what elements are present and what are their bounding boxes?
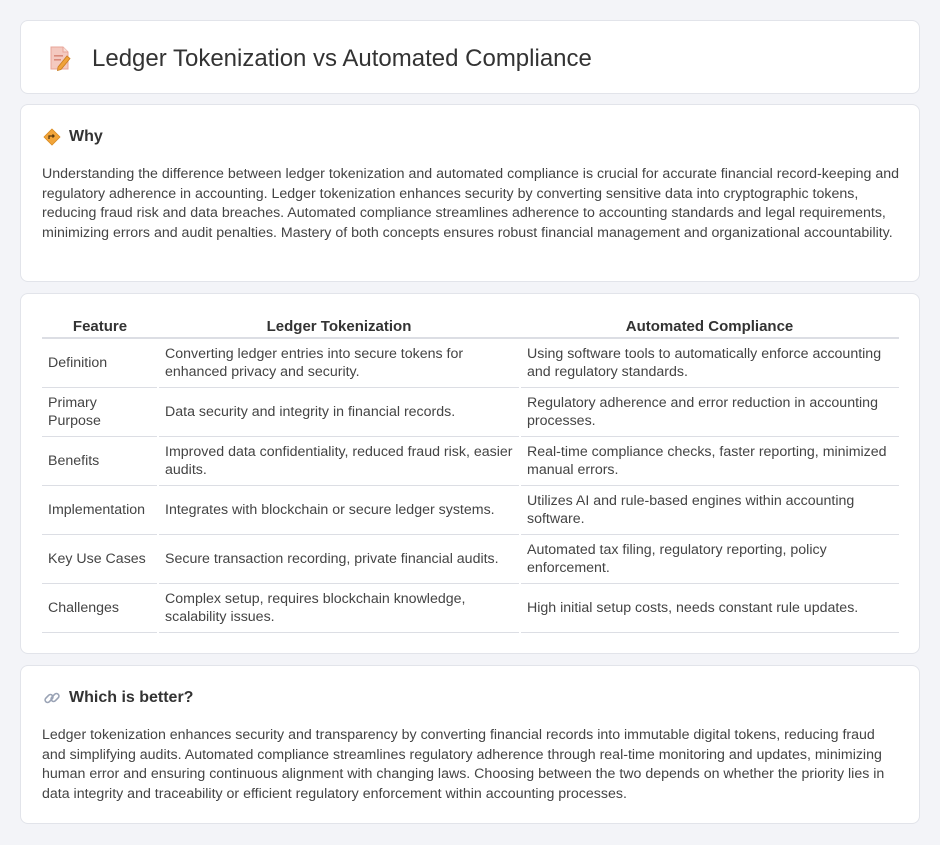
diamond-signpost-icon — [43, 128, 61, 146]
feature-cell: Primary Purpose — [42, 387, 158, 437]
compliance-cell: Utilizes AI and rule-based engines withi… — [519, 485, 899, 535]
table-row: Definition Converting ledger entries int… — [42, 338, 899, 388]
better-text: Ledger tokenization enhances security an… — [42, 727, 885, 802]
compliance-cell: Regulatory adherence and error reduction… — [519, 387, 899, 437]
why-text: Understanding the difference between led… — [42, 166, 900, 241]
why-section: Why Understanding the difference between… — [20, 104, 920, 282]
table-row: Primary Purpose Data security and integr… — [42, 387, 899, 437]
feature-cell: Implementation — [42, 485, 158, 535]
column-header: Automated Compliance — [520, 314, 899, 339]
link-icon — [44, 692, 60, 704]
column-header: Ledger Tokenization — [158, 314, 520, 339]
table-row: Challenges Complex setup, requires block… — [42, 583, 899, 633]
tokenization-cell: Integrates with blockchain or secure led… — [157, 485, 520, 535]
feature-cell: Definition — [42, 338, 158, 388]
header-card: Ledger Tokenization vs Automated Complia… — [20, 20, 920, 94]
comparison-table: Feature Ledger Tokenization Automated Co… — [42, 314, 899, 633]
compliance-cell: High initial setup costs, needs constant… — [519, 583, 899, 633]
document-pencil-icon — [50, 46, 71, 71]
section-title: Which is better? — [69, 689, 194, 706]
table-row: Benefits Improved data confidentiality, … — [42, 436, 899, 486]
section-title: Why — [69, 128, 103, 145]
better-heading: Which is better? — [43, 688, 193, 708]
which-is-better-section: Which is better? Ledger tokenization enh… — [20, 665, 920, 824]
feature-cell: Challenges — [42, 583, 158, 633]
compliance-cell: Using software tools to automatically en… — [519, 338, 899, 388]
table-header-row: Feature Ledger Tokenization Automated Co… — [42, 314, 899, 339]
tokenization-cell: Complex setup, requires blockchain knowl… — [157, 583, 520, 633]
table-row: Key Use Cases Secure transaction recordi… — [42, 534, 899, 584]
feature-cell: Benefits — [42, 436, 158, 486]
page-title: Ledger Tokenization vs Automated Complia… — [92, 45, 592, 72]
column-header: Feature — [42, 314, 158, 339]
tokenization-cell: Secure transaction recording, private fi… — [157, 534, 520, 584]
feature-cell: Key Use Cases — [42, 534, 158, 584]
tokenization-cell: Improved data confidentiality, reduced f… — [157, 436, 520, 486]
compliance-cell: Automated tax filing, regulatory reporti… — [519, 534, 899, 584]
compliance-cell: Real-time compliance checks, faster repo… — [519, 436, 899, 486]
tokenization-cell: Data security and integrity in financial… — [157, 387, 520, 437]
why-heading: Why — [43, 127, 103, 147]
tokenization-cell: Converting ledger entries into secure to… — [157, 338, 520, 388]
comparison-section: Feature Ledger Tokenization Automated Co… — [20, 293, 920, 654]
table-row: Implementation Integrates with blockchai… — [42, 485, 899, 535]
